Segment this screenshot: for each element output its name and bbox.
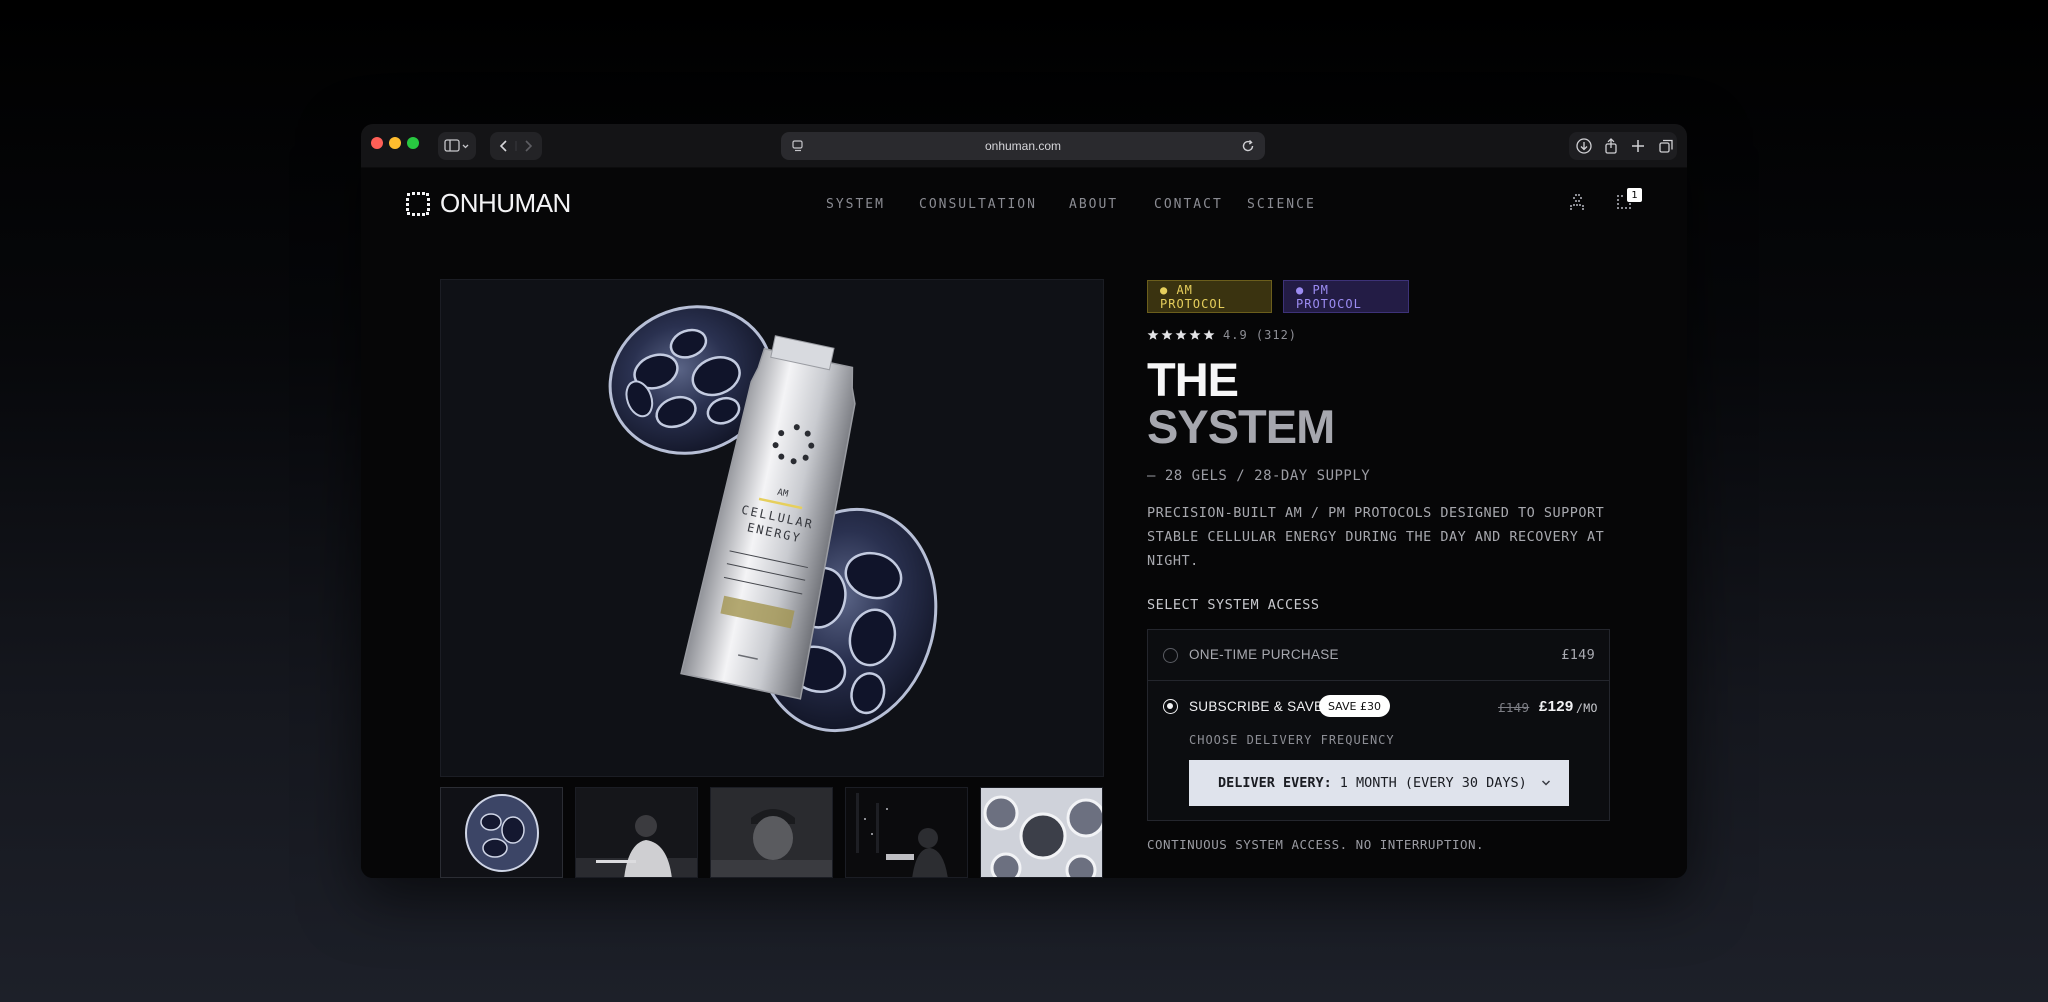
account-icon[interactable] [1569,193,1585,211]
back-icon[interactable] [499,140,507,152]
product-description: PRECISION-BUILT AM / PM PROTOCOLS DESIGN… [1147,505,1605,569]
one-time-radio[interactable] [1163,648,1178,663]
thumbnail-image [711,788,832,877]
reload-icon[interactable] [1240,138,1256,154]
am-protocol-badge[interactable]: ● AM PROTOCOL [1147,280,1272,313]
minimize-window-button[interactable] [389,137,401,149]
product-title: THE SYSTEM [1147,353,1335,453]
subscribe-label: SUBSCRIBE & SAVE [1189,699,1324,714]
thumbnail-product[interactable] [440,787,563,878]
one-time-label: ONE-TIME PURCHASE [1189,647,1339,662]
thumbnail-image [846,788,967,877]
url-text: onhuman.com [984,139,1062,153]
sidebar-icon [444,139,469,152]
title-line-1: THE [1147,353,1239,406]
thumbnail-texture[interactable] [980,787,1103,878]
title-line-2: SYSTEM [1147,400,1335,453]
page-content: ONHUMAN SYSTEM CONSULTATION ABOUT CONTAC… [361,168,1687,878]
maximize-window-button[interactable] [407,137,419,149]
delivery-frequency-select[interactable]: DELIVER EVERY: 1 MONTH (EVERY 30 DAYS) [1189,760,1569,806]
save-badge: SAVE £30 [1319,695,1390,717]
continuous-access-note: CONTINUOUS SYSTEM ACCESS. NO INTERRUPTIO… [1147,837,1485,852]
thumbnail-image [576,788,697,877]
cart-count-badge: 1 [1627,188,1642,202]
thumbnail-image [441,788,562,877]
close-window-button[interactable] [371,137,383,149]
page-settings-icon[interactable] [791,139,805,153]
tab-overview-icon[interactable] [1659,139,1673,153]
address-bar[interactable]: onhuman.com [781,132,1265,160]
logo[interactable]: ONHUMAN [404,188,571,219]
nav-contact[interactable]: CONTACT [1154,197,1223,212]
supply-info: — 28 GELS / 28-DAY SUPPLY [1147,468,1371,484]
logo-icon [406,191,430,216]
product-main-image[interactable]: AM CELLULAR ENERGY [440,279,1104,777]
purchase-options: ONE-TIME PURCHASE £149 SUBSCRIBE & SAVE … [1147,629,1610,821]
new-price: £129 [1539,698,1574,715]
thumbnail-lifestyle-desk[interactable] [575,787,698,878]
sidebar-toggle-button[interactable] [438,132,476,160]
nav-science[interactable]: SCIENCE [1247,197,1316,212]
nav-about[interactable]: ABOUT [1069,197,1118,212]
thumbnail-lifestyle-portrait[interactable] [710,787,833,878]
product-render-illustration: AM CELLULAR ENERGY [608,305,938,733]
star-rating-icons [1147,329,1215,340]
deliver-prefix: DELIVER EVERY: [1218,775,1332,791]
rating[interactable]: 4.9 (312) [1147,328,1297,342]
toolbar-actions [1569,132,1677,160]
old-price: £149 [1498,700,1530,715]
forward-icon[interactable] [525,140,533,152]
select-access-label: SELECT SYSTEM ACCESS [1147,597,1320,613]
share-icon[interactable] [1605,138,1617,154]
rating-text: 4.9 (312) [1223,328,1298,342]
frequency-label: CHOOSE DELIVERY FREQUENCY [1189,733,1395,747]
one-time-purchase-option[interactable]: ONE-TIME PURCHASE £149 [1148,630,1609,681]
pm-protocol-badge[interactable]: ● PM PROTOCOL [1283,280,1409,313]
deliver-value: 1 MONTH (EVERY 30 DAYS) [1339,775,1527,791]
thumbnail-lifestyle-night[interactable] [845,787,968,878]
logo-text: ONHUMAN [440,188,571,218]
new-tab-icon[interactable] [1632,140,1644,152]
history-nav [490,132,542,160]
subscribe-radio[interactable] [1163,699,1178,714]
browser-window: onhuman.com ONHUMAN SYSTEM CONSULTATION … [361,124,1687,878]
chevron-down-icon [1541,780,1550,786]
nav-consultation[interactable]: CONSULTATION [919,197,1037,212]
thumbnail-image [981,788,1102,877]
browser-toolbar: onhuman.com [361,124,1687,168]
one-time-price: £149 [1561,647,1595,663]
nav-system[interactable]: SYSTEM [826,197,885,212]
download-icon[interactable] [1576,138,1592,154]
price-period: /MO [1576,701,1598,715]
